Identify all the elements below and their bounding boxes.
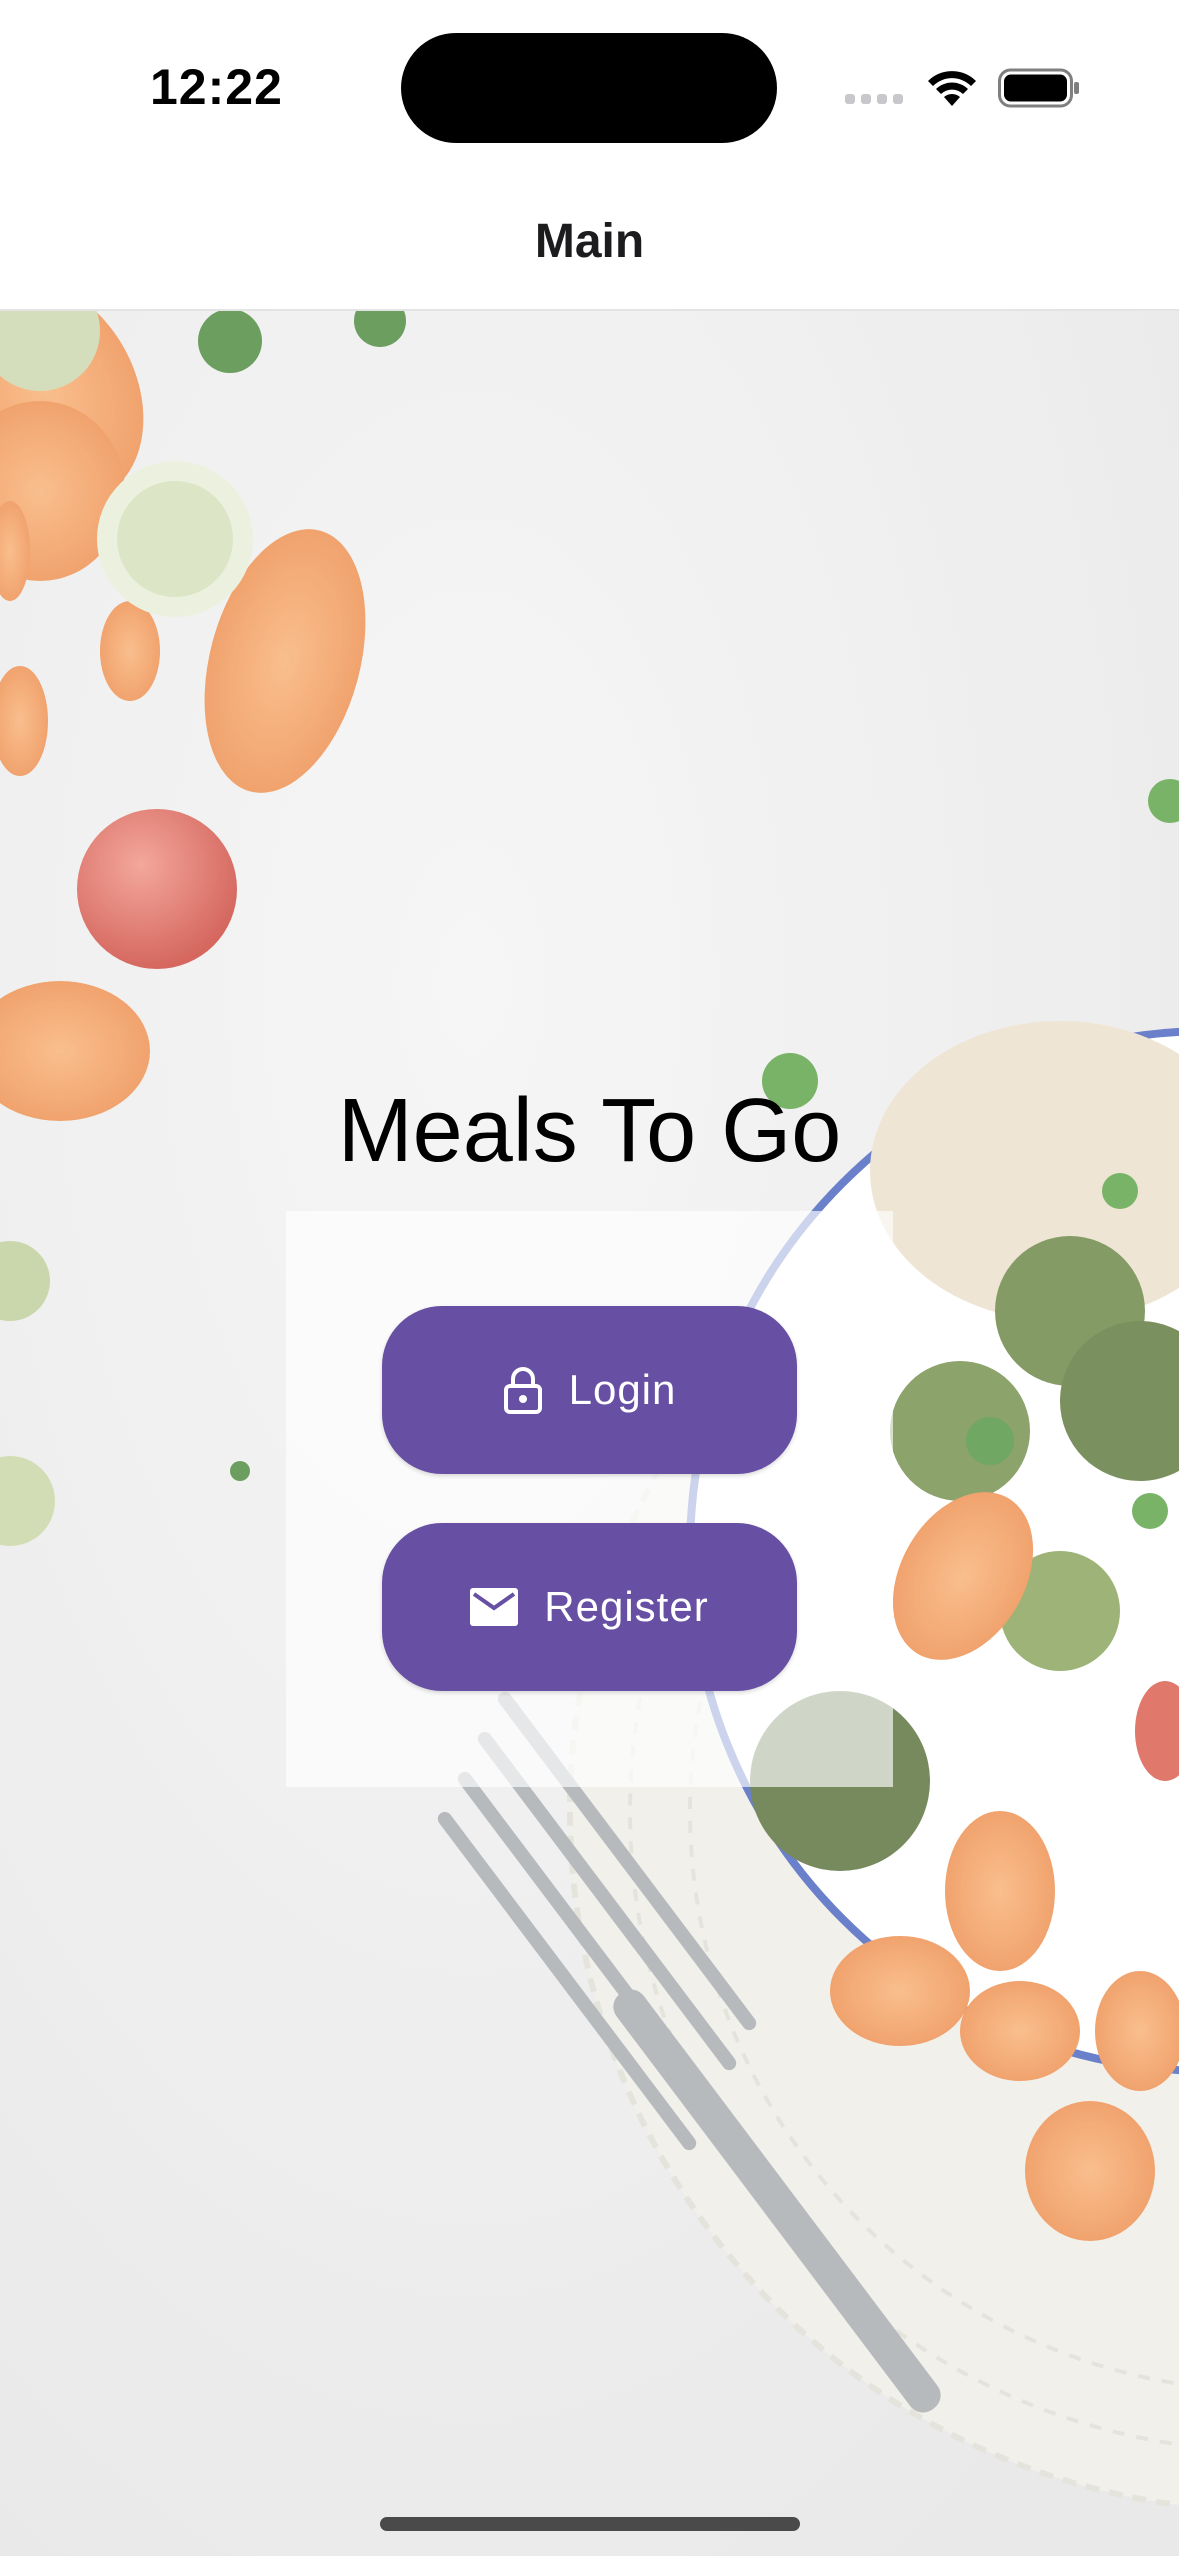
mail-icon: [470, 1588, 519, 1626]
login-label: Login: [568, 1366, 677, 1413]
app-title: Meals To Go: [337, 1081, 842, 1181]
status-time: 12:22: [150, 59, 283, 115]
wifi-icon: [928, 71, 976, 106]
login-button[interactable]: Login: [382, 1306, 797, 1474]
battery-icon: [998, 68, 1079, 108]
dynamic-island: [401, 33, 777, 143]
status-bar: 12:22: [0, 0, 1179, 170]
header-title: Main: [534, 215, 645, 268]
register-button[interactable]: Register: [382, 1523, 797, 1691]
lock-icon: [503, 1367, 542, 1414]
home-indicator[interactable]: [380, 2517, 800, 2531]
navigation-header: Main: [0, 170, 1179, 311]
register-label: Register: [544, 1583, 709, 1630]
auth-card: [286, 1211, 893, 1787]
cellular-signal-icon: [845, 94, 903, 106]
